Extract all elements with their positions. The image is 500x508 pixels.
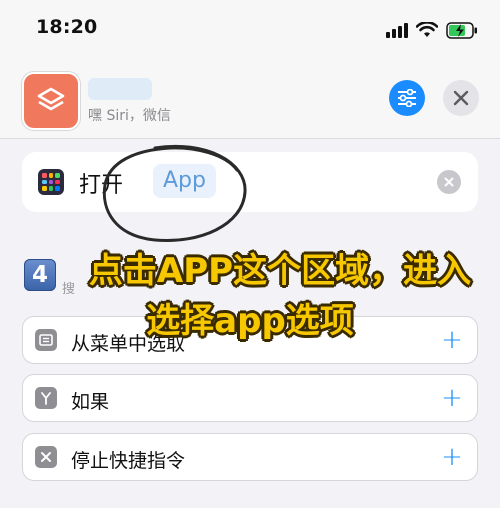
- sliders-icon: [398, 89, 416, 107]
- suggestion-label: 从菜单中选取: [71, 333, 186, 355]
- status-icons: [386, 19, 478, 41]
- add-icon[interactable]: +: [437, 325, 467, 355]
- shortcuts-logo-icon: [37, 87, 65, 111]
- close-icon: [453, 90, 469, 106]
- app-grid-icon: [38, 169, 64, 195]
- settings-button[interactable]: [389, 80, 425, 116]
- step-number-badge: 4: [24, 259, 56, 291]
- add-icon[interactable]: +: [437, 442, 467, 472]
- shortcut-app-icon[interactable]: [22, 72, 80, 130]
- suggestion-label: 停止快捷指令: [71, 450, 186, 472]
- branch-icon: [35, 387, 57, 409]
- shortcut-name-blurred: [88, 78, 152, 100]
- suggestion-row-if[interactable]: 如果 +: [22, 374, 478, 422]
- stop-icon: [35, 446, 57, 468]
- wifi-icon: [416, 22, 438, 37]
- add-icon[interactable]: +: [437, 383, 467, 413]
- search-hint-text: 搜: [62, 282, 76, 297]
- close-button[interactable]: [443, 80, 479, 116]
- battery-charging-icon: [446, 21, 477, 39]
- suggestion-row-choose-from-menu[interactable]: 从菜单中选取 +: [22, 316, 478, 364]
- status-bar: 18:20: [0, 0, 500, 60]
- menu-icon: [35, 329, 57, 351]
- shortcut-subtitle: 嘿 Siri，微信: [88, 108, 171, 124]
- hand-drawn-circle-annotation: [102, 144, 247, 243]
- clear-icon: [444, 177, 454, 187]
- suggestion-row-stop-shortcut[interactable]: 停止快捷指令 +: [22, 433, 478, 481]
- remove-action-button[interactable]: [437, 170, 461, 194]
- shortcut-header: 嘿 Siri，微信: [0, 60, 500, 139]
- status-time: 18:20: [36, 16, 98, 38]
- suggestion-label: 如果: [71, 391, 110, 413]
- cellular-signal-icon: [386, 23, 408, 38]
